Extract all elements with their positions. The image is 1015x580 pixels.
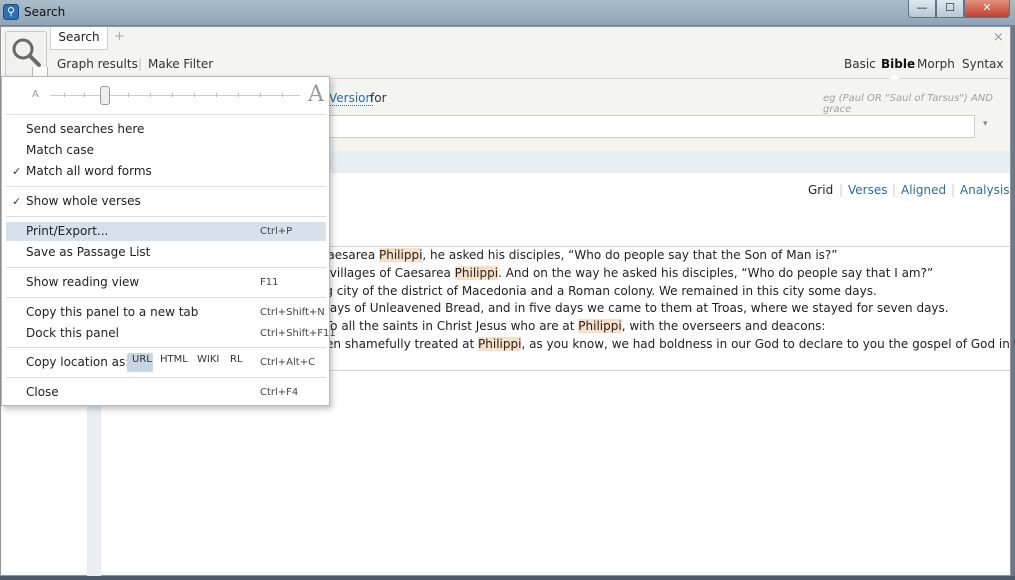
add-tab-icon[interactable]: +: [114, 29, 125, 44]
slider-tick: [84, 93, 85, 97]
shortcut-close: Ctrl+F4: [260, 387, 299, 398]
font-larger-icon[interactable]: A: [308, 82, 324, 107]
menu-separator: [6, 216, 326, 217]
check-icon: ✓: [12, 165, 22, 178]
header-separator: |: [138, 57, 143, 71]
search-input[interactable]: [301, 115, 975, 138]
maximize-button[interactable]: ☐: [936, 0, 964, 18]
font-smaller-icon[interactable]: A: [32, 89, 39, 100]
result-row[interactable]: f Caesarea Philippi, he asked his discip…: [311, 248, 838, 262]
slider-tick: [260, 93, 261, 97]
menu-separator: [6, 377, 326, 378]
graph-results-link[interactable]: Graph results: [57, 57, 138, 71]
history-dropdown-icon[interactable]: ▾: [983, 119, 988, 129]
view-analysis[interactable]: Analysis: [960, 183, 1009, 197]
menu-copy-panel-new-tab[interactable]: Copy this panel to a new tab: [26, 305, 198, 319]
view-separator: |: [951, 183, 956, 197]
menu-show-whole-verses[interactable]: Show whole verses: [26, 194, 141, 208]
format-url-button[interactable]: URL: [132, 354, 152, 365]
menu-show-reading-view[interactable]: Show reading view: [26, 275, 139, 289]
close-window-button[interactable]: ✕: [964, 0, 1010, 18]
close-panel-icon[interactable]: ×: [993, 30, 1004, 45]
shortcut-print: Ctrl+P: [260, 226, 293, 237]
result-row[interactable]: been shamefully treated at Philippi, as …: [311, 337, 1015, 351]
menu-separator: [6, 347, 326, 348]
view-aligned[interactable]: Aligned: [901, 183, 946, 197]
slider-tick: [194, 93, 195, 97]
minimize-button[interactable]: —: [908, 0, 936, 18]
result-row[interactable]: e days of Unleavened Bread, and in five …: [311, 301, 949, 315]
format-wiki-button[interactable]: WIKI: [197, 354, 219, 365]
shortcut-reading-view: F11: [260, 277, 279, 288]
format-rl-button[interactable]: RL: [230, 354, 243, 365]
panel-header: Search + × Graph results | Make Filter B…: [1, 27, 1010, 79]
title-bar[interactable]: ⚲ Search — ☐ ✕: [0, 0, 1015, 26]
check-icon: ✓: [12, 195, 22, 208]
view-verses[interactable]: Verses: [848, 183, 887, 197]
make-filter-link[interactable]: Make Filter: [148, 57, 213, 71]
desktop-background: [0, 576, 1015, 580]
slider-tick: [238, 93, 239, 97]
view-separator: |: [892, 183, 897, 197]
match-highlight: Philippi: [454, 266, 499, 280]
mode-basic[interactable]: Basic: [844, 57, 876, 71]
view-separator: |: [839, 183, 844, 197]
result-row[interactable]: he villages of Caesarea Philippi. And on…: [311, 266, 933, 280]
app-logo-icon: ⚲: [3, 4, 19, 20]
slider-tick: [216, 93, 217, 97]
menu-copy-location-as: Copy location as:: [26, 355, 130, 369]
menu-match-all-word-forms[interactable]: Match all word forms: [26, 164, 152, 178]
menu-separator: [6, 114, 326, 115]
menu-close[interactable]: Close: [26, 385, 59, 399]
mode-bible[interactable]: Bible: [881, 57, 915, 71]
menu-separator: [6, 297, 326, 298]
slider-tick: [150, 93, 151, 97]
match-highlight: Philippi: [578, 319, 622, 333]
slider-tick: [128, 93, 129, 97]
menu-dock-panel[interactable]: Dock this panel: [26, 326, 119, 340]
shortcut-dock-panel: Ctrl+Shift+F11: [260, 328, 336, 339]
match-highlight: Philippi: [478, 337, 522, 351]
format-html-button[interactable]: HTML: [160, 354, 188, 365]
menu-match-case[interactable]: Match case: [26, 143, 94, 157]
shortcut-copy-panel: Ctrl+Shift+N: [260, 307, 325, 318]
slider-tick: [282, 93, 283, 97]
mode-syntax[interactable]: Syntax: [962, 57, 1003, 71]
result-row[interactable]: ling city of the district of Macedonia a…: [311, 284, 877, 298]
menu-separator: [6, 267, 326, 268]
shortcut-copy-location: Ctrl+Alt+C: [260, 357, 316, 368]
menu-send-searches-here[interactable]: Send searches here: [26, 122, 144, 136]
version-selector[interactable]: Version: [329, 91, 374, 106]
slider-tick: [64, 93, 65, 97]
mode-morph[interactable]: Morph: [917, 57, 955, 71]
window-title: Search: [24, 5, 66, 19]
view-grid[interactable]: Grid: [808, 183, 833, 197]
tab-search[interactable]: Search: [50, 27, 108, 50]
example-hint: eg (Paul OR "Saul of Tarsus") AND grace: [823, 93, 993, 115]
font-size-slider-track[interactable]: [50, 95, 300, 96]
font-size-slider-thumb[interactable]: [100, 86, 110, 105]
search-options-menu: A A Send searches here Match case ✓ Matc…: [1, 76, 336, 406]
menu-print-export[interactable]: Print/Export...: [26, 224, 108, 238]
slider-tick: [172, 93, 173, 97]
for-label: for: [370, 91, 387, 105]
menu-save-passage-list[interactable]: Save as Passage List: [26, 245, 150, 259]
result-row[interactable]: s, To all the saints in Christ Jesus who…: [311, 319, 825, 333]
menu-separator: [6, 186, 326, 187]
match-highlight: Philippi: [378, 248, 423, 262]
